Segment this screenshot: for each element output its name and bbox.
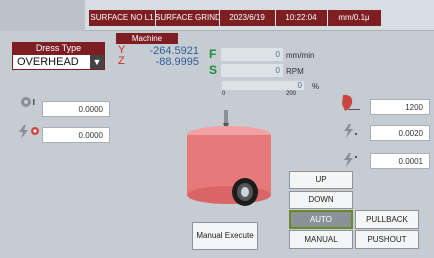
status-date: 2023/6/19 [219,10,275,26]
dress-type-select[interactable]: OVERHEAD ▼ [12,54,105,70]
left-param-2-field[interactable]: 0.0000 [42,127,110,143]
status-machine-name: SURFACE NO L1 [89,10,155,26]
dress-type-title: Dress Type [12,42,105,54]
override-bar-unit: % [312,82,320,91]
feed-label: F [209,47,217,61]
up-button[interactable]: UP [289,171,353,189]
right-param-2-field[interactable]: 0.0020 [370,125,430,141]
right-param-3-field[interactable]: 0.0001 [370,153,430,169]
status-mode: SURFACE GRIND [155,10,221,26]
status-unit: mm/0.1μ [327,10,381,26]
pullback-button[interactable]: PULLBACK [355,210,419,229]
wheel-diameter-icon [20,96,36,108]
scale-max: 200 [286,91,297,97]
left-param-1-field[interactable]: 0.0000 [42,101,110,117]
status-bar: SURFACE NO L1 SURFACE GRIND 2023/6/19 10… [0,0,434,31]
pushout-button[interactable]: PUSHOUT [355,230,419,249]
dress-type-value: OVERHEAD [17,56,79,68]
status-time: 10:22:04 [275,10,327,26]
auto-button[interactable]: AUTO [289,210,353,229]
feed-unit: mm/min [286,51,315,60]
speed-label: S [209,63,218,77]
grinding-wheel-graphic [185,110,275,210]
speed-unit: RPM [286,67,304,76]
wheel-offset-icon [18,125,42,139]
manual-button[interactable]: MANUAL [289,230,353,249]
down-button[interactable]: DOWN [289,191,353,209]
spindle-speed-icon [340,94,362,112]
override-bar: 0 [221,80,305,91]
scale-min: 0 [222,91,226,97]
machine-title: Machine [116,33,178,44]
feed-rate-icon [343,124,363,138]
right-param-1-field[interactable]: 1200 [370,99,430,115]
override-bar-value: 0 [297,81,302,90]
fine-feed-icon [343,153,363,167]
axis-z-value: -88.9995 [155,56,199,68]
manual-execute-button[interactable]: Manual Execute [192,222,258,250]
chevron-down-icon[interactable]: ▼ [90,55,104,69]
axis-z-label: Z [118,55,125,67]
feed-value: 0 [221,48,283,61]
status-bar-accent [0,0,85,31]
speed-value: 0 [221,64,283,77]
